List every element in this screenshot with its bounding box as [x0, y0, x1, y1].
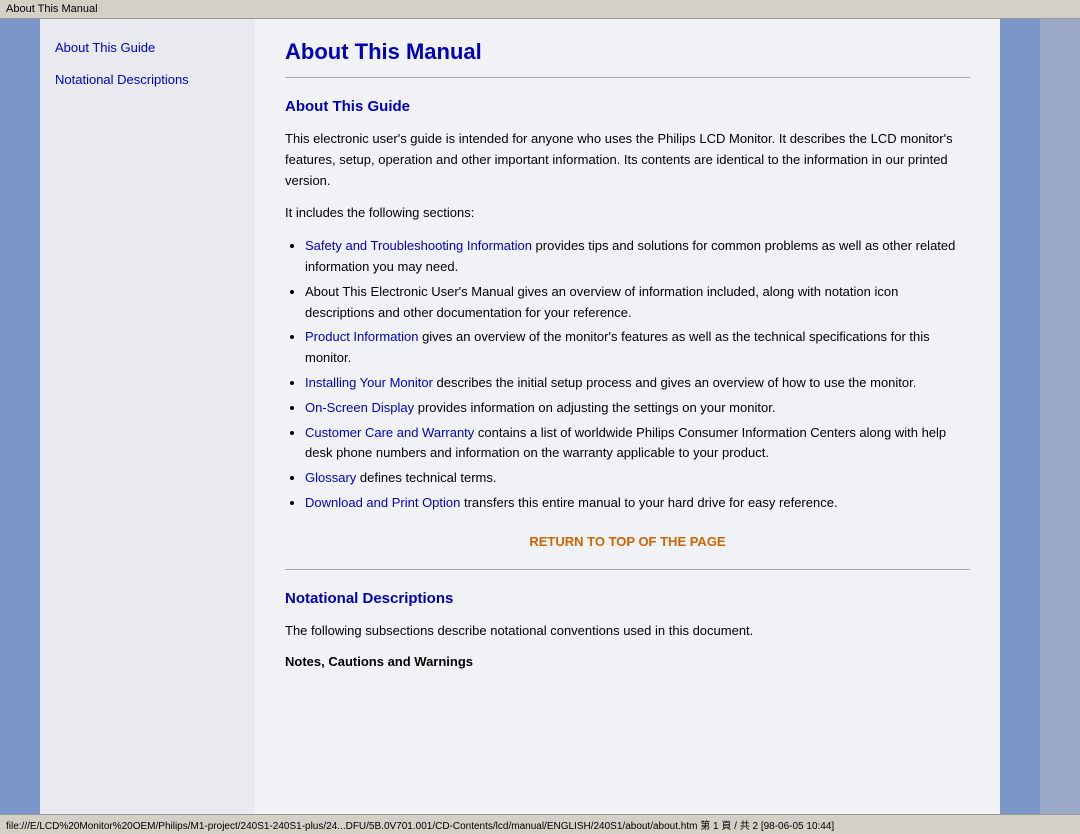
right-stripe	[1000, 19, 1040, 819]
list-item: Product Information gives an overview of…	[305, 327, 970, 369]
sidebar: About This Guide Notational Descriptions	[40, 19, 255, 819]
notes-cautions-title: Notes, Cautions and Warnings	[285, 654, 970, 669]
return-to-top-link[interactable]: RETURN TO TOP OF THE PAGE	[529, 534, 725, 549]
far-right-stripe	[1040, 19, 1080, 819]
about-guide-paragraph1: This electronic user's guide is intended…	[285, 129, 970, 191]
list-item: Download and Print Option transfers this…	[305, 493, 970, 514]
notational-paragraph1: The following subsections describe notat…	[285, 621, 970, 642]
left-stripe	[0, 19, 40, 819]
list-item: On-Screen Display provides information o…	[305, 398, 970, 419]
title-bar: About This Manual	[0, 0, 1080, 19]
title-bar-text: About This Manual	[6, 3, 98, 15]
installing-link[interactable]: Installing Your Monitor	[305, 375, 433, 390]
page-title: About This Manual	[285, 39, 970, 65]
list-item: Safety and Troubleshooting Information p…	[305, 236, 970, 278]
bullet-list: Safety and Troubleshooting Information p…	[305, 236, 970, 514]
status-text: file:///E/LCD%20Monitor%20OEM/Philips/M1…	[6, 821, 834, 832]
return-to-top: RETURN TO TOP OF THE PAGE	[285, 534, 970, 549]
sidebar-link-notational[interactable]: Notational Descriptions	[55, 71, 245, 89]
about-guide-paragraph2: It includes the following sections:	[285, 203, 970, 224]
download-link[interactable]: Download and Print Option	[305, 495, 460, 510]
warranty-link[interactable]: Customer Care and Warranty	[305, 425, 474, 440]
list-item: Customer Care and Warranty contains a li…	[305, 423, 970, 465]
title-divider	[285, 77, 970, 78]
list-item: About This Electronic User's Manual give…	[305, 282, 970, 324]
sidebar-link-about-guide[interactable]: About This Guide	[55, 39, 245, 57]
list-item: Glossary defines technical terms.	[305, 468, 970, 489]
about-guide-section: About This Guide This electronic user's …	[285, 98, 970, 514]
about-guide-title: About This Guide	[285, 98, 970, 115]
product-link[interactable]: Product Information	[305, 329, 418, 344]
browser-content: About This Guide Notational Descriptions…	[0, 19, 1080, 819]
glossary-link[interactable]: Glossary	[305, 470, 356, 485]
safety-link[interactable]: Safety and Troubleshooting Information	[305, 238, 532, 253]
status-bar: file:///E/LCD%20Monitor%20OEM/Philips/M1…	[0, 814, 1080, 834]
section-divider	[285, 569, 970, 570]
notational-title: Notational Descriptions	[285, 590, 970, 607]
main-content: About This Manual About This Guide This …	[255, 19, 1000, 819]
osd-link[interactable]: On-Screen Display	[305, 400, 414, 415]
notational-section: Notational Descriptions The following su…	[285, 590, 970, 669]
list-item: Installing Your Monitor describes the in…	[305, 373, 970, 394]
